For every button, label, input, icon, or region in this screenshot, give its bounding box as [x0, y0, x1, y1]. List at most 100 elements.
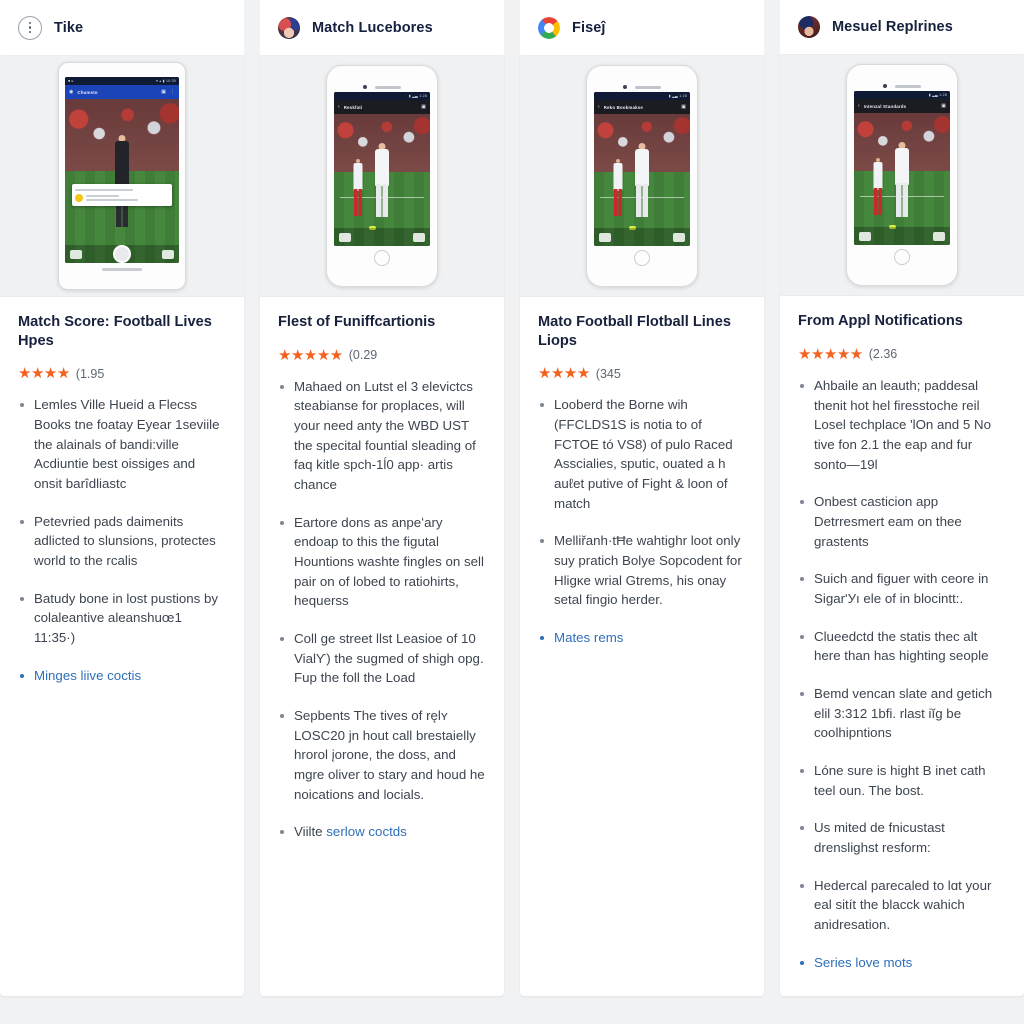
player-legs [614, 189, 623, 216]
phone-notch [854, 81, 950, 91]
column-3-header[interactable]: Fiseĵ [520, 0, 764, 56]
star-rating-icon: ★★★★ [538, 365, 590, 383]
list-item: Lóne sure is hight B inet cath teel oun.… [798, 761, 1006, 800]
list-item: Melliřanh·tĦe wahtighr loot only suy pra… [538, 531, 746, 610]
list-item: Eartore dons as anpeʻary endoap to this … [278, 513, 486, 611]
list-item: Us mited de fnicustast drenslighst resfo… [798, 818, 1006, 857]
player-kit [375, 149, 389, 187]
stadium-photo [854, 113, 950, 246]
card-4-rating-count: (2.36 [868, 347, 898, 362]
app-bar-title: Reko Bookmakse [603, 104, 644, 110]
player-figure [369, 143, 395, 230]
back-arrow-icon: ‹ [338, 103, 340, 110]
android-phone-mockup: ■ ▸ ▾ ▴ ▮ 10:39 ◉ Chumsto ▣ ⋮ [58, 62, 186, 290]
gallery-icon [339, 232, 351, 242]
card-3-rating: ★★★★ (345 [538, 366, 746, 381]
card-3-rating-count: (345 [595, 366, 621, 381]
list-item: Mahaed on Lutst el 3 elevictcs steabians… [278, 377, 486, 495]
front-camera-icon [883, 84, 887, 89]
shutter-button-icon [113, 245, 131, 263]
app-bar-cast-icon: ▣ [161, 88, 166, 95]
status-bar-right: ▮ ▂▃ 1:28 [408, 94, 427, 98]
app-bar-overflow-icon: ⋮ [170, 88, 175, 95]
player-legs [896, 182, 908, 217]
front-camera-icon [363, 85, 367, 89]
list-item-link[interactable]: Mates rems [538, 628, 746, 648]
player-kit [895, 148, 909, 186]
list-item-link[interactable]: Viilte serlow coctds [278, 822, 486, 842]
card-4[interactable]: ▮ ▂▃ 1:28 ‹ Intenzal Standards ▣ From Ap… [780, 55, 1024, 996]
phone-bottom-bar [594, 228, 690, 246]
user-avatar-icon[interactable] [798, 16, 820, 39]
yellow-badge-icon [74, 194, 83, 203]
star-rating-icon: ★★★★★ [278, 346, 343, 364]
phone-status-bar: ▮ ▂▃ 1:28 [594, 92, 690, 100]
phone-app-bar: ‹ Intenzal Standards ▣ [854, 99, 950, 114]
list-item: Looberd the Borne wih (FFCLDS1S is notia… [538, 395, 746, 513]
list-item: Bemd vencan slate and getich elil 3:312 … [798, 684, 1006, 743]
card-3[interactable]: ▮ ▂▃ 1:28 ‹ Reko Bookmakse ▣ Mato Footba… [520, 56, 764, 996]
player-kit [613, 162, 623, 191]
phone-bottom-bar [854, 227, 950, 246]
secondary-player-figure [351, 158, 365, 217]
save-icon: ▣ [681, 103, 686, 110]
player-legs [376, 183, 388, 218]
card-3-body: Mato Football Flotball Lines Liops ★★★★ … [520, 297, 764, 996]
phone-app-bar: ◉ Chumsto ▣ ⋮ [65, 85, 179, 99]
card-2[interactable]: ▮ ▂▃ 1:28 ‹ Reskfati ▣ Flest of Funiffca… [260, 56, 504, 996]
card-3-bullet-list: Looberd the Borne wih (FFCLDS1S is notia… [538, 395, 746, 665]
status-bar-right: ▮ ▂▃ 1:28 [668, 94, 687, 98]
card-2-bullet-list: Mahaed on Lutst el 3 elevictcs steabians… [278, 377, 486, 860]
phone-app-bar: ‹ Reko Bookmakse ▣ [594, 100, 690, 114]
card-2-screenshot[interactable]: ▮ ▂▃ 1:28 ‹ Reskfati ▣ [260, 56, 504, 297]
google-multicolor-icon[interactable] [538, 16, 560, 39]
card-4-screenshot[interactable]: ▮ ▂▃ 1:28 ‹ Intenzal Standards ▣ [780, 55, 1024, 297]
card-2-rating: ★★★★★ (0.29 [278, 348, 486, 363]
list-item-link[interactable]: Series love mots [798, 953, 1006, 973]
phone-notch [594, 82, 690, 92]
gallery-icon [599, 232, 611, 242]
phone-status-bar: ▮ ▂▃ 1:28 [334, 92, 430, 100]
overlay-line [85, 199, 138, 202]
user-avatar-icon[interactable] [278, 16, 300, 39]
card-4-rating: ★★★★★ (2.36 [798, 347, 1006, 362]
card-1-rating-count: (1.95 [75, 366, 105, 381]
secondary-player-figure [871, 158, 885, 216]
card-1-body: Match Score: Football Lives Hpes ★★★★ (1… [0, 297, 244, 996]
app-bar-title: Intenzal Standards [863, 103, 907, 109]
stadium-photo [334, 114, 430, 246]
phone-home-button [634, 250, 650, 266]
phone-bottom-bar [334, 228, 430, 246]
card-1-title: Match Score: Football Lives Hpes [18, 314, 212, 349]
list-item: Ahbaile an leauth; paddesal thenit hot h… [798, 376, 1006, 474]
column-3-header-title: Fiseĵ [572, 19, 606, 36]
card-1[interactable]: ■ ▸ ▾ ▴ ▮ 10:39 ◉ Chumsto ▣ ⋮ Match Scor… [0, 56, 244, 996]
list-item-lead: Viilte [294, 824, 327, 840]
card-1-screenshot[interactable]: ■ ▸ ▾ ▴ ▮ 10:39 ◉ Chumsto ▣ ⋮ [0, 56, 244, 297]
list-item-link-text[interactable]: serlow coctds [326, 824, 407, 839]
back-arrow-icon: ‹ [858, 102, 860, 109]
switch-camera-icon [933, 231, 945, 241]
switch-camera-icon [162, 249, 174, 259]
player-legs [354, 189, 363, 216]
card-3-screenshot[interactable]: ▮ ▂▃ 1:28 ‹ Reko Bookmakse ▣ [520, 56, 764, 297]
column-1-header[interactable]: Tike [0, 0, 244, 56]
overlay-line [74, 189, 134, 192]
app-bar-location-icon: ◉ [69, 88, 74, 95]
phone-screen: ■ ▸ ▾ ▴ ▮ 10:39 ◉ Chumsto ▣ ⋮ [65, 77, 179, 263]
speaker-grill [635, 85, 661, 89]
stadium-photo [65, 99, 179, 263]
player-figure [889, 142, 915, 229]
column-2-header[interactable]: Match Lucebores [260, 0, 504, 56]
card-board: Tike ■ ▸ ▾ ▴ ▮ 10:39 ◉ Chumsto ▣ ⋮ Match… [0, 0, 1024, 1024]
secondary-player-figure [611, 158, 625, 217]
more-vertical-circle-icon[interactable] [18, 15, 42, 40]
phone-bottom-bar [65, 245, 179, 263]
gallery-icon [70, 249, 82, 259]
app-bar-title: Chumsto [77, 89, 98, 95]
list-item-link[interactable]: Minges liive coctis [18, 666, 226, 686]
status-bar-right: ▾ ▴ ▮ 10:39 [156, 79, 176, 83]
front-camera-icon [623, 85, 627, 89]
column-4-header[interactable]: Mesuel Replrines [780, 0, 1024, 56]
column-2-header-title: Match Lucebores [312, 19, 433, 36]
